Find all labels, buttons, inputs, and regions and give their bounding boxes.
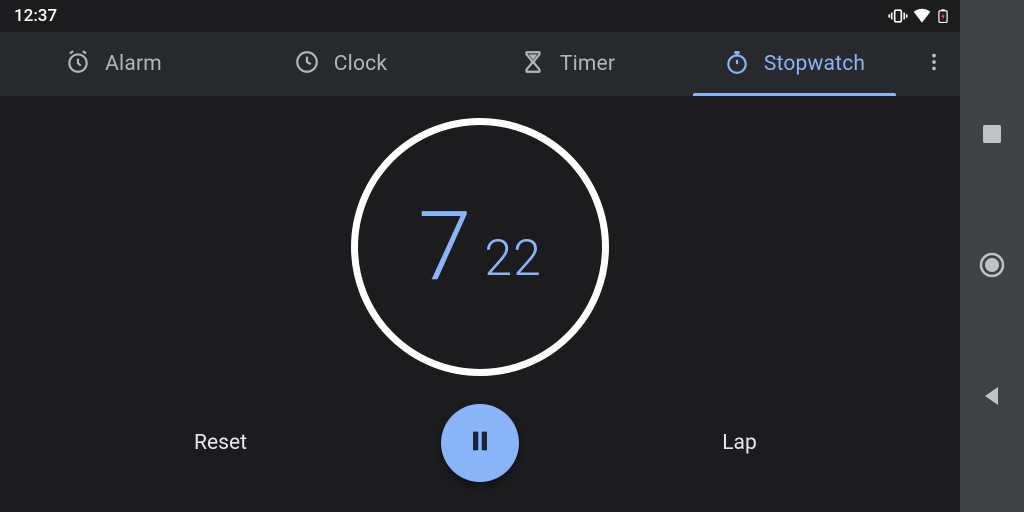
status-bar: 12:37 (0, 0, 960, 32)
hourglass-icon (520, 49, 546, 79)
tab-clock[interactable]: Clock (227, 32, 454, 96)
circle-icon (979, 252, 1005, 278)
vibrate-icon (888, 6, 908, 26)
stopwatch-dial[interactable]: 7 22 (351, 118, 609, 376)
elapsed-seconds: 7 (418, 199, 472, 295)
stopwatch-pane: 7 22 Reset Lap (0, 96, 960, 512)
status-time: 12:37 (14, 6, 57, 26)
status-icons (888, 6, 950, 26)
square-icon (982, 124, 1002, 144)
system-nav-bar (960, 0, 1024, 512)
tab-clock-label: Clock (334, 52, 387, 76)
lap-button[interactable]: Lap (519, 431, 960, 455)
tab-stopwatch[interactable]: Stopwatch (681, 32, 908, 96)
app-window: 12:37 Alarm Clock (0, 0, 960, 512)
triangle-back-icon (981, 385, 1003, 407)
reset-button[interactable]: Reset (0, 431, 441, 455)
elapsed-time: 7 22 (418, 199, 542, 295)
alarm-icon (65, 49, 91, 79)
overflow-menu-button[interactable] (908, 32, 960, 96)
nav-overview-button[interactable] (976, 118, 1008, 150)
tab-alarm-label: Alarm (105, 52, 162, 76)
pause-button[interactable] (441, 404, 519, 482)
nav-back-button[interactable] (976, 380, 1008, 412)
tab-bar: Alarm Clock Timer Stopwatch (0, 32, 960, 96)
wifi-icon (912, 6, 932, 26)
battery-charging-icon (936, 6, 950, 26)
pause-icon (466, 427, 494, 459)
tab-timer-label: Timer (560, 52, 615, 76)
clock-icon (294, 49, 320, 79)
stopwatch-icon (724, 49, 750, 79)
nav-home-button[interactable] (976, 249, 1008, 281)
more-vert-icon (923, 51, 945, 77)
elapsed-hundredths: 22 (484, 234, 541, 284)
tab-stopwatch-label: Stopwatch (764, 52, 865, 76)
tab-alarm[interactable]: Alarm (0, 32, 227, 96)
stopwatch-controls: Reset Lap (0, 404, 960, 482)
tab-timer[interactable]: Timer (454, 32, 681, 96)
